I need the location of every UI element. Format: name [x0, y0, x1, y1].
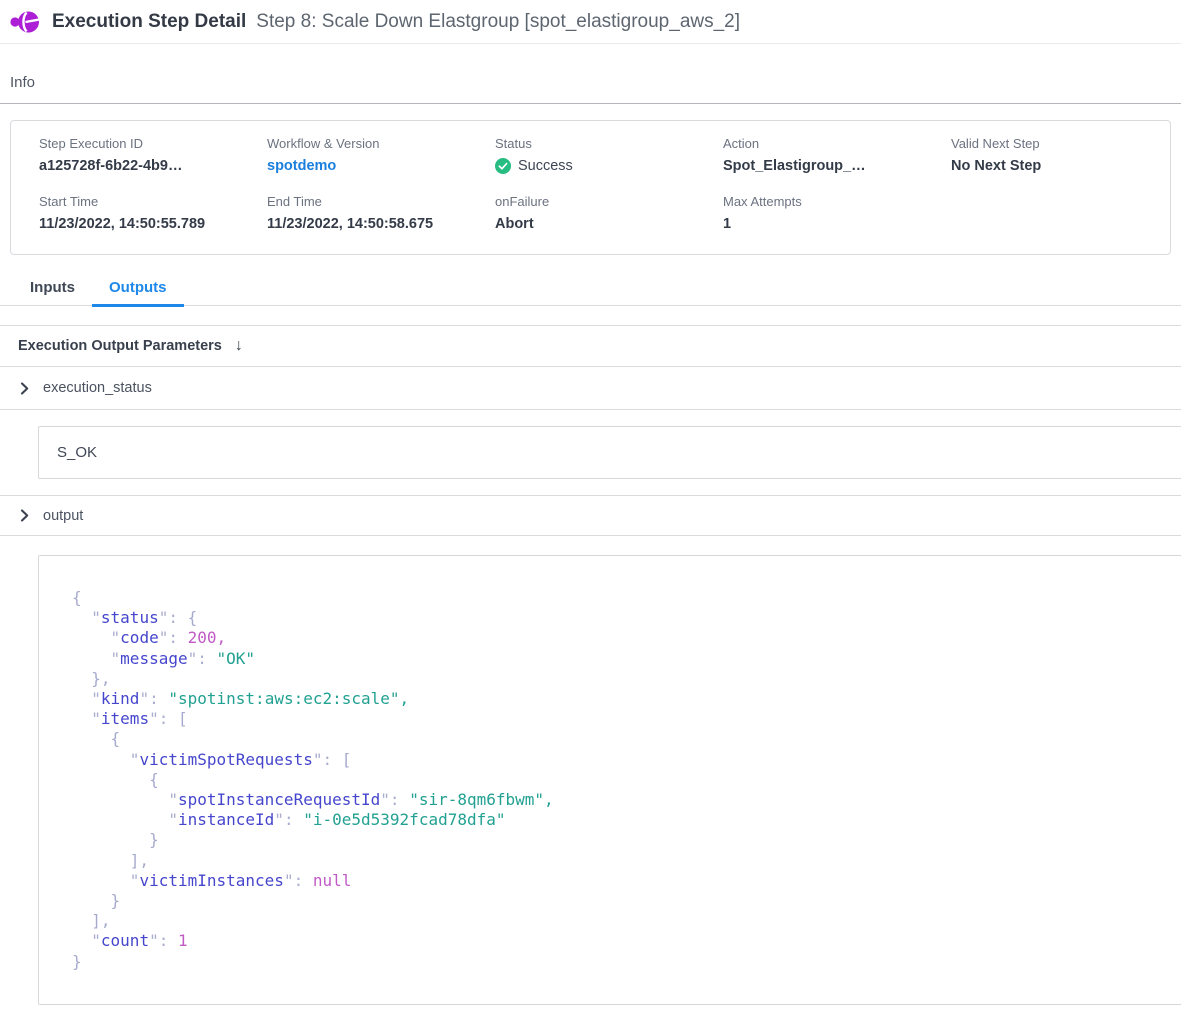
field-value: Spot_Elastigroup_…: [723, 158, 951, 174]
arrow-down-icon[interactable]: ↓: [235, 338, 243, 354]
spot-logo-icon: [10, 9, 40, 35]
field-valid-next-step: Valid Next Step No Next Step: [951, 136, 1179, 174]
field-value: 1: [723, 216, 951, 232]
field-step-execution-id: Step Execution ID a125728f-6b22-4b9…: [39, 136, 267, 174]
field-label: Start Time: [39, 194, 267, 209]
field-workflow-version: Workflow & Version spotdemo: [267, 136, 495, 174]
param-name: output: [43, 508, 83, 524]
output-json-viewer: { "status": { "code": 200, "message": "O…: [72, 588, 1166, 972]
chevron-right-icon: [20, 382, 29, 395]
param-row-output[interactable]: output: [0, 496, 1181, 536]
field-value: 11/23/2022, 14:50:58.675: [267, 216, 495, 232]
field-end-time: End Time 11/23/2022, 14:50:58.675: [267, 194, 495, 232]
tab-bar: Inputs Outputs: [0, 273, 1181, 306]
field-action: Action Spot_Elastigroup_…: [723, 136, 951, 174]
page-title: Execution Step Detail: [52, 11, 246, 33]
field-value: Abort: [495, 216, 723, 232]
output-json-box: { "status": { "code": 200, "message": "O…: [38, 555, 1181, 1005]
field-label: Max Attempts: [723, 194, 951, 209]
field-value: No Next Step: [951, 158, 1179, 174]
output-parameters-title: Execution Output Parameters: [18, 338, 222, 354]
field-label: End Time: [267, 194, 495, 209]
chevron-right-icon: [20, 509, 29, 522]
field-label: Status: [495, 136, 723, 151]
field-onfailure: onFailure Abort: [495, 194, 723, 232]
execution-output-parameters-bar: Execution Output Parameters ↓: [0, 325, 1181, 367]
workflow-link[interactable]: spotdemo: [267, 158, 495, 174]
field-label: onFailure: [495, 194, 723, 209]
field-value: 11/23/2022, 14:50:55.789: [39, 216, 267, 232]
field-max-attempts: Max Attempts 1: [723, 194, 951, 232]
field-label: Workflow & Version: [267, 136, 495, 151]
tab-outputs[interactable]: Outputs: [92, 273, 184, 307]
execution-status-value: S_OK: [57, 444, 97, 461]
field-label: Step Execution ID: [39, 136, 267, 151]
field-value: a125728f-6b22-4b9…: [39, 158, 267, 174]
info-section-title: Info: [0, 74, 1181, 104]
status-text: Success: [518, 158, 573, 174]
param-name: execution_status: [43, 380, 152, 396]
page-header: Execution Step Detail Step 8: Scale Down…: [0, 0, 1181, 44]
info-card: Step Execution ID a125728f-6b22-4b9… Wor…: [10, 120, 1171, 255]
success-check-icon: [495, 158, 511, 174]
field-label: Action: [723, 136, 951, 151]
field-label: Valid Next Step: [951, 136, 1179, 151]
param-row-execution-status[interactable]: execution_status: [0, 367, 1181, 410]
field-status: Status Success: [495, 136, 723, 174]
field-start-time: Start Time 11/23/2022, 14:50:55.789: [39, 194, 267, 232]
execution-status-value-box: S_OK: [38, 426, 1181, 479]
step-subtitle: Step 8: Scale Down Elastgroup [spot_elas…: [256, 11, 740, 33]
tab-inputs[interactable]: Inputs: [13, 273, 92, 307]
